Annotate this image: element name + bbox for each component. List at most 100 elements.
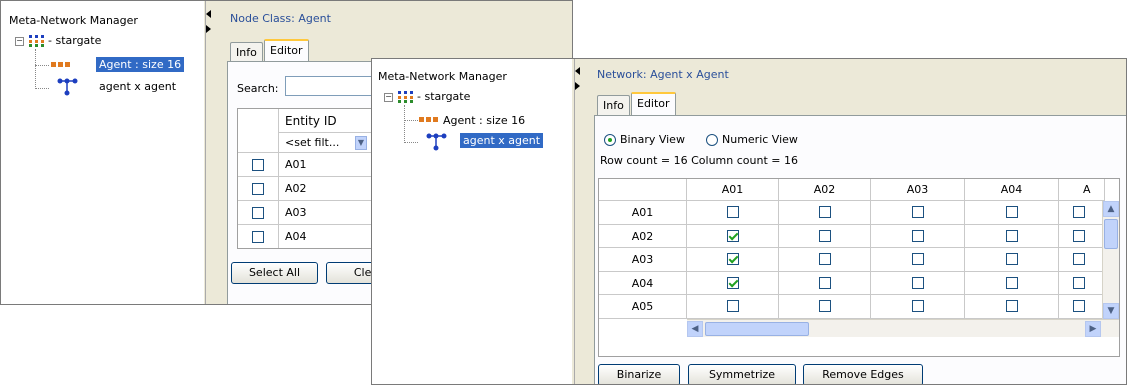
- matrix-cell: [965, 271, 1059, 296]
- collapse-left-arrow-icon[interactable]: [206, 10, 212, 36]
- binarize-button[interactable]: Binarize: [598, 364, 680, 384]
- numeric-view-radio[interactable]: [706, 134, 718, 146]
- back-tree-root-label[interactable]: - stargate: [45, 33, 104, 48]
- matrix-checkbox[interactable]: [819, 229, 831, 242]
- matrix-checkbox[interactable]: [912, 229, 924, 242]
- symmetrize-button[interactable]: Symmetrize: [688, 364, 796, 384]
- chevron-up-icon[interactable]: ▲: [1103, 201, 1119, 217]
- matrix-checkbox[interactable]: [1006, 276, 1018, 289]
- back-tree-panel: Meta-Network Manager − - stargate Agent …: [1, 1, 204, 304]
- matrix-horizontal-scrollbar[interactable]: ◀ ▶: [687, 319, 1119, 337]
- front-tree-collapse-toggle[interactable]: −: [384, 93, 393, 102]
- front-tree-item-agent-network[interactable]: agent x agent: [460, 133, 544, 148]
- matrix-checkbox[interactable]: [1006, 229, 1018, 242]
- chevron-right-icon[interactable]: ▶: [1085, 321, 1101, 337]
- node-class-icon: [419, 117, 438, 122]
- back-tree-collapse-toggle[interactable]: −: [15, 37, 24, 46]
- matrix-column-header[interactable]: A02: [779, 179, 871, 201]
- collapse-left-arrow-icon[interactable]: [575, 67, 581, 93]
- back-tree-title: Meta-Network Manager: [9, 14, 138, 27]
- matrix-column-header[interactable]: A: [1059, 179, 1105, 201]
- matrix-checkbox[interactable]: [727, 276, 739, 289]
- matrix-cell: [1059, 248, 1105, 272]
- matrix-cell: [779, 201, 871, 225]
- matrix-checkbox[interactable]: [1006, 206, 1018, 218]
- matrix-checkbox[interactable]: [727, 300, 739, 313]
- matrix-checkbox[interactable]: [1073, 253, 1085, 266]
- front-tab-editor[interactable]: Editor: [631, 92, 676, 115]
- row-checkbox[interactable]: [252, 207, 264, 219]
- select-all-button[interactable]: Select All: [231, 262, 318, 284]
- row-column-count: Row count = 16 Column count = 16: [600, 154, 798, 167]
- back-section-title: Node Class: Agent: [230, 12, 331, 25]
- matrix-cell: [1059, 224, 1105, 249]
- front-tab-info[interactable]: Info: [597, 95, 630, 115]
- matrix-checkbox[interactable]: [819, 300, 831, 313]
- back-tab-editor[interactable]: Editor: [264, 39, 309, 62]
- matrix-checkbox[interactable]: [1073, 276, 1085, 289]
- matrix-cell: [871, 201, 965, 225]
- front-splitter[interactable]: [574, 59, 581, 384]
- row-checkbox[interactable]: [252, 159, 264, 171]
- chevron-left-icon[interactable]: ◀: [687, 321, 703, 337]
- numeric-view-label[interactable]: Numeric View: [722, 133, 798, 146]
- matrix-checkbox[interactable]: [819, 206, 831, 218]
- binary-view-label[interactable]: Binary View: [620, 133, 685, 146]
- table-row: [238, 177, 279, 201]
- tree-connector: [404, 142, 418, 143]
- matrix-checkbox[interactable]: [1073, 300, 1085, 313]
- remove-edges-button[interactable]: Remove Edges: [803, 364, 923, 384]
- matrix-checkbox[interactable]: [912, 206, 924, 218]
- front-section-title: Network: Agent x Agent: [597, 68, 729, 81]
- adjacency-matrix: A01 A02 A03 A04 A A01 A02 A03 A04 A05 ▲ ▼ ◀ …: [598, 178, 1120, 357]
- matrix-checkbox[interactable]: [819, 276, 831, 289]
- matrix-column-header[interactable]: A03: [871, 179, 965, 201]
- matrix-cell: [687, 224, 779, 249]
- matrix-checkbox[interactable]: [1006, 300, 1018, 313]
- back-splitter[interactable]: [205, 1, 212, 304]
- back-tree-item-agent-class[interactable]: Agent : size 16: [96, 57, 185, 72]
- row-checkbox[interactable]: [252, 183, 264, 195]
- matrix-cell: [871, 295, 965, 319]
- front-tree-root-label[interactable]: - stargate: [414, 89, 473, 104]
- matrix-checkbox[interactable]: [1073, 229, 1085, 242]
- tree-connector: [404, 105, 405, 143]
- binary-view-radio[interactable]: [604, 134, 616, 146]
- matrix-checkbox[interactable]: [727, 253, 739, 266]
- matrix-row-header[interactable]: A02: [599, 224, 687, 249]
- front-editor-panel: Binary View Numeric View Row count = 16 …: [594, 115, 1126, 384]
- front-tree-panel: Meta-Network Manager − - stargate Agent …: [372, 59, 572, 384]
- matrix-checkbox[interactable]: [1073, 206, 1085, 218]
- matrix-checkbox[interactable]: [1006, 253, 1018, 266]
- chevron-down-icon[interactable]: ▼: [355, 136, 367, 150]
- matrix-cell: [779, 295, 871, 319]
- matrix-cell: [965, 295, 1059, 319]
- matrix-cell: [871, 248, 965, 272]
- back-tree-item-agent-network[interactable]: agent x agent: [96, 79, 179, 94]
- chevron-down-icon[interactable]: ▼: [1103, 303, 1119, 319]
- matrix-checkbox[interactable]: [912, 253, 924, 266]
- vertical-scroll-thumb[interactable]: [1104, 219, 1118, 249]
- matrix-cell: [779, 248, 871, 272]
- row-checkbox[interactable]: [252, 231, 264, 243]
- matrix-row-header[interactable]: A01: [599, 201, 687, 225]
- matrix-row-header[interactable]: A04: [599, 271, 687, 296]
- matrix-column-header[interactable]: A04: [965, 179, 1059, 201]
- matrix-checkbox[interactable]: [727, 229, 739, 242]
- matrix-checkbox[interactable]: [727, 206, 739, 218]
- matrix-cell: [687, 271, 779, 296]
- matrix-checkbox[interactable]: [819, 253, 831, 266]
- matrix-row-header[interactable]: A03: [599, 248, 687, 272]
- matrix-vertical-scrollbar[interactable]: ▲ ▼: [1102, 201, 1119, 319]
- matrix-cell: [779, 271, 871, 296]
- matrix-column-header[interactable]: A01: [687, 179, 779, 201]
- matrix-row-header[interactable]: A05: [599, 295, 687, 319]
- back-tab-info[interactable]: Info: [230, 42, 263, 62]
- matrix-checkbox[interactable]: [912, 276, 924, 289]
- front-tree-item-agent-class[interactable]: Agent : size 16: [440, 113, 528, 128]
- matrix-cell: [965, 248, 1059, 272]
- tree-connector: [35, 88, 49, 89]
- matrix-cell: [687, 201, 779, 225]
- horizontal-scroll-thumb[interactable]: [705, 322, 809, 336]
- matrix-checkbox[interactable]: [912, 300, 924, 313]
